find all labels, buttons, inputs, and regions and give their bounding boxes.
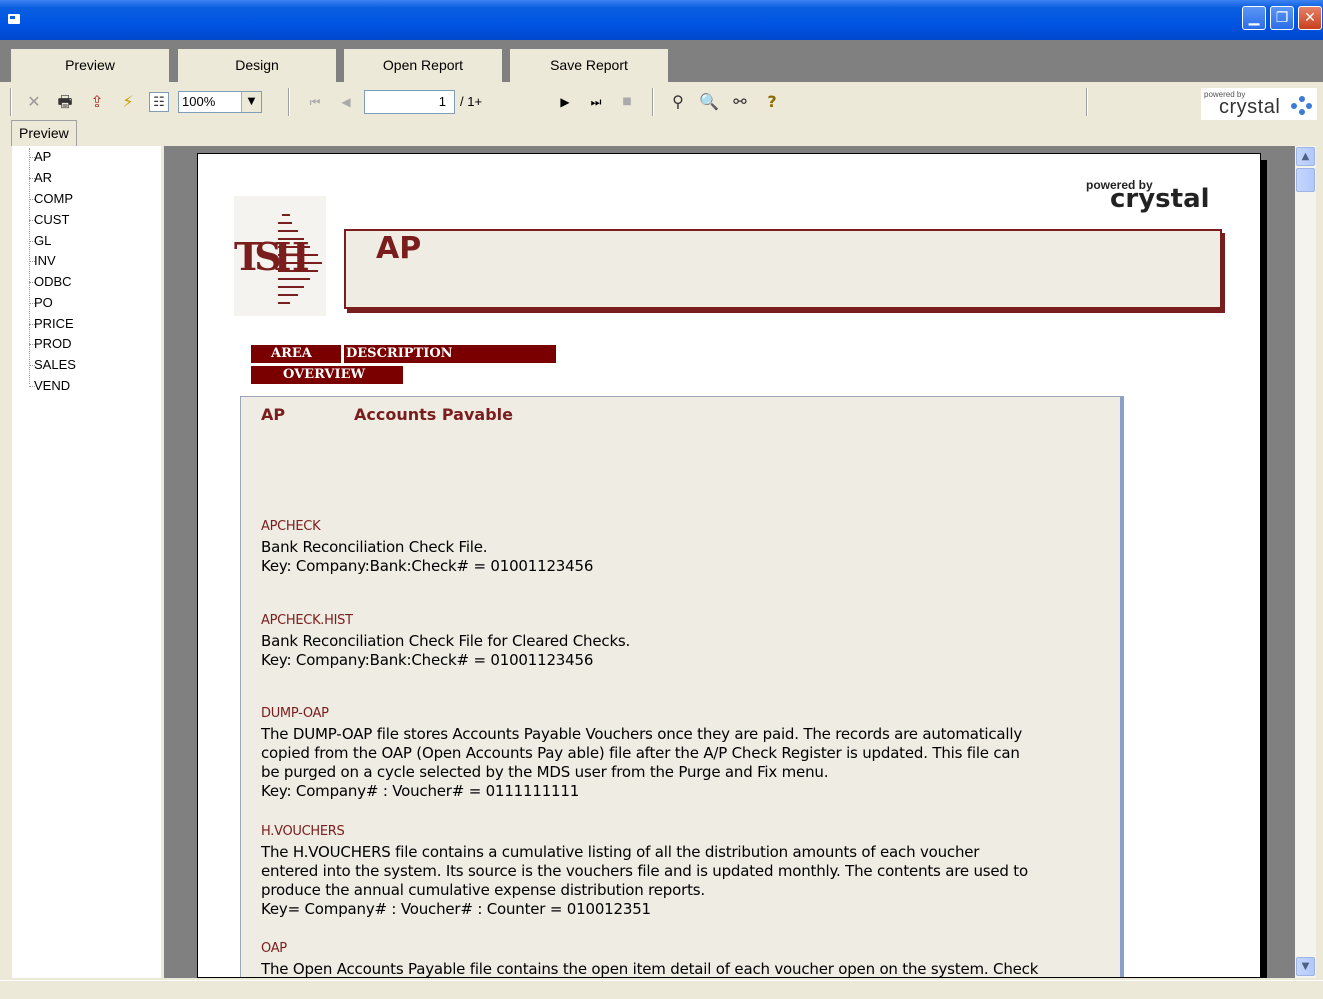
file-entry: OAP The Open Accounts Payable file conta… (261, 941, 1101, 978)
tree-item-ar[interactable]: AR (12, 168, 52, 188)
file-description: The DUMP-OAP file stores Accounts Payabl… (261, 725, 1023, 800)
file-name: APCHECK (261, 519, 321, 534)
file-description: The H.VOUCHERS file contains a cumulativ… (261, 843, 1028, 918)
tab-preview[interactable]: Preview (11, 49, 169, 82)
overview-header: OVERVIEW (251, 366, 403, 384)
tree-item-odbc[interactable]: ODBC (12, 272, 72, 292)
logo-letters: TSH (234, 234, 310, 279)
toolbar-grip (10, 88, 12, 116)
export-icon[interactable]: ⇪ (87, 92, 107, 112)
scroll-down-icon[interactable]: ▼ (1296, 957, 1315, 976)
search-icon[interactable]: 🔍 (699, 92, 719, 112)
tree-item-cust[interactable]: CUST (12, 210, 69, 230)
prev-page-icon[interactable]: ◀ (336, 92, 356, 112)
file-description: Bank Reconciliation Check File. Key: Com… (261, 538, 594, 575)
file-name: OAP (261, 941, 287, 956)
crystal-logo-icon (1291, 96, 1313, 116)
tree-item-comp[interactable]: COMP (12, 189, 73, 209)
file-name: APCHECK.HIST (261, 613, 353, 628)
first-page-icon[interactable]: ⏮ (305, 92, 325, 112)
scroll-up-icon[interactable]: ▲ (1296, 147, 1315, 166)
page-number-input[interactable]: 1 (364, 90, 455, 114)
tree-item-inv[interactable]: INV (12, 251, 56, 271)
area-code: AP (261, 405, 286, 424)
last-page-icon[interactable]: ⏭ (586, 92, 606, 112)
next-page-icon[interactable]: ▶ (555, 92, 575, 112)
restore-button[interactable]: ❐ (1270, 6, 1294, 30)
tree-item-price[interactable]: PRICE (12, 314, 74, 334)
help-icon[interactable]: ? (762, 92, 782, 112)
group-tree: AP AR COMP CUST GL INV ODBC PO PRICE PRO… (12, 146, 161, 978)
file-entry: H.VOUCHERS The H.VOUCHERS file contains … (261, 824, 1101, 919)
file-entry: APCHECK.HIST Bank Reconciliation Check F… (261, 613, 1101, 670)
powered-by-crystal-badge: powered by crystal (1201, 88, 1317, 120)
file-name: DUMP-OAP (261, 706, 329, 721)
app-icon[interactable] (8, 14, 20, 24)
page-number-value: 1 (438, 94, 446, 109)
description-header: DESCRIPTION (344, 345, 556, 363)
crystal-label: crystal (1219, 96, 1281, 118)
find-icon[interactable]: ⚯ (730, 92, 750, 112)
toolbar: ✕ 🖶 ⇪ ⚡ ☷ 100% ▼ ⏮ ◀ 1 / 1+ ▶ ⏭ ■ ⚲ 🔍 ⚯ … (0, 82, 1323, 122)
area-description: Accounts Pavable (354, 405, 513, 424)
report-crystal-label: crystal (1110, 184, 1210, 214)
tree-item-po[interactable]: PO (12, 293, 53, 313)
stop-icon[interactable]: ■ (617, 92, 637, 112)
minimize-button[interactable]: ▁ (1242, 6, 1266, 30)
search-expert-icon[interactable]: ⚲ (668, 92, 688, 112)
file-name: H.VOUCHERS (261, 824, 345, 839)
print-icon[interactable]: 🖶 (55, 92, 75, 112)
report-title: AP (376, 231, 422, 266)
tab-open-report[interactable]: Open Report (344, 49, 502, 82)
report-title-box: AP (344, 229, 1222, 309)
refresh-icon[interactable]: ⚡ (118, 92, 138, 112)
tab-design[interactable]: Design (178, 49, 336, 82)
separator (652, 88, 654, 116)
page-shadow (1261, 160, 1267, 978)
close-button[interactable]: ✕ (1298, 6, 1322, 30)
tree-tab-preview[interactable]: Preview (11, 120, 77, 146)
group-tree-icon[interactable]: ☷ (149, 92, 169, 112)
page-total: / 1+ (460, 94, 483, 109)
tree-item-vend[interactable]: VEND (12, 376, 70, 396)
title-bar[interactable]: ▁ ❐ ✕ (0, 0, 1323, 40)
overview-section: AP Accounts Pavable APCHECK Bank Reconci… (240, 396, 1124, 978)
vertical-scrollbar[interactable]: ▲ ▼ (1295, 146, 1316, 978)
tree-item-prod[interactable]: PROD (12, 334, 72, 354)
area-header: AREA (251, 345, 341, 363)
file-description: Bank Reconciliation Check File for Clear… (261, 632, 631, 669)
tab-strip: Preview Design Open Report Save Report (0, 40, 1323, 82)
separator (1086, 88, 1088, 116)
tree-item-ap[interactable]: AP (12, 147, 51, 167)
close-icon[interactable]: ✕ (24, 92, 44, 112)
file-entry: DUMP-OAP The DUMP-OAP file stores Accoun… (261, 706, 1101, 801)
report-page[interactable]: powered by crystal TSH AP AREA DESCRIPTI… (197, 153, 1261, 978)
zoom-select[interactable]: 100% ▼ (178, 91, 262, 113)
zoom-value: 100% (182, 94, 216, 109)
company-logo: TSH (234, 196, 326, 316)
status-bar (0, 980, 1323, 999)
separator (288, 88, 290, 116)
file-entry: APCHECK Bank Reconciliation Check File. … (261, 519, 1101, 576)
crystal-report-viewer-window: ▁ ❐ ✕ Preview Design Open Report Save Re… (0, 0, 1323, 999)
chevron-down-icon[interactable]: ▼ (241, 92, 261, 112)
tab-save-report[interactable]: Save Report (510, 49, 668, 82)
tree-item-gl[interactable]: GL (12, 231, 51, 251)
tree-item-sales[interactable]: SALES (12, 355, 76, 375)
scroll-thumb[interactable] (1296, 168, 1315, 192)
file-description: The Open Accounts Payable file contains … (261, 960, 1039, 978)
